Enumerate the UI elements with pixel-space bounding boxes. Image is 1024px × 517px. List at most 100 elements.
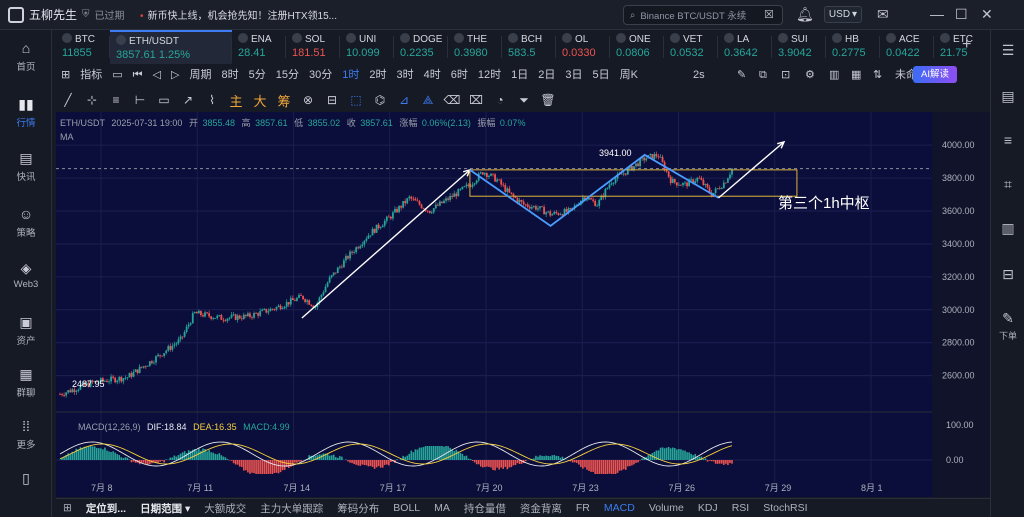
ruler-icon[interactable]: ⌬: [368, 90, 392, 110]
ray-icon[interactable]: ⊢: [128, 90, 152, 110]
clear-search-icon[interactable]: ☒: [764, 8, 774, 21]
chip-tab[interactable]: 筹码分布: [330, 501, 386, 516]
settings-icon[interactable]: ⚙: [800, 66, 820, 84]
ticker-item[interactable]: OL 0.0330: [556, 30, 610, 64]
orderbook-icon[interactable]: ▤: [991, 88, 1024, 105]
timeframe-option[interactable]: 1日: [506, 66, 533, 84]
add-ticker-icon[interactable]: +: [962, 36, 971, 54]
draw-panel-icon[interactable]: ▦: [846, 66, 866, 84]
stochrsi-tab[interactable]: StochRSI: [756, 502, 814, 514]
ticker-item[interactable]: ACE 0.0422: [880, 30, 934, 64]
nav-item-strategy[interactable]: ☺ 策略: [0, 206, 52, 239]
delete-icon[interactable]: ⌫: [440, 90, 464, 110]
nav-item-market[interactable]: ▮▮ 行情: [0, 96, 52, 130]
ticker-item[interactable]: UNI 10.099: [340, 30, 394, 64]
nav-item-web3[interactable]: ◈ Web3: [0, 260, 52, 291]
lock-icon[interactable]: ⊟: [320, 90, 344, 110]
measure-icon[interactable]: ⊿: [392, 90, 416, 110]
order-button[interactable]: ✎ 下单: [991, 310, 1024, 342]
ticker-item[interactable]: ONE 0.0806: [610, 30, 664, 64]
ticker-item[interactable]: ENA 28.41: [232, 30, 286, 64]
timeframe-option[interactable]: 12时: [473, 66, 506, 84]
prev-icon[interactable]: ◁: [148, 66, 166, 84]
nav-item-home[interactable]: ⌂ 首页: [0, 40, 52, 73]
currency-select[interactable]: USD ▾: [824, 6, 862, 23]
layers-icon[interactable]: ⧉: [754, 66, 772, 84]
nav-item-news[interactable]: ▤ 快讯: [0, 150, 52, 184]
timeframe-option[interactable]: 5日: [587, 66, 614, 84]
ticker-item[interactable]: HB 0.2775: [826, 30, 880, 64]
timeframe-option[interactable]: 3时: [391, 66, 418, 84]
nav-item-assets[interactable]: ▣ 资产: [0, 314, 52, 348]
selection-icon[interactable]: ⬚: [344, 90, 368, 110]
ma-tab[interactable]: MA: [427, 502, 457, 514]
maximize-icon[interactable]: ☐: [955, 6, 968, 23]
magnet-icon[interactable]: ⊗: [296, 90, 320, 110]
ticker-item[interactable]: SUI 3.9042: [772, 30, 826, 64]
timeframe-option[interactable]: 4时: [419, 66, 446, 84]
close-icon[interactable]: ✕: [981, 6, 993, 23]
ticker-item[interactable]: SOL 181.51: [286, 30, 340, 64]
ticker-item[interactable]: ETH/USDT 3857.61 1.25%: [110, 30, 232, 64]
ticker-item[interactable]: BCH 583.5: [502, 30, 556, 64]
text-tool-icon[interactable]: ⌧: [464, 90, 488, 110]
ticker-item[interactable]: LA 0.3642: [718, 30, 772, 64]
next-icon[interactable]: ▷: [166, 66, 184, 84]
chip-tool[interactable]: 筹: [272, 90, 296, 110]
timeframe-option[interactable]: 30分: [304, 66, 337, 84]
timeframe-option[interactable]: 2时: [364, 66, 391, 84]
candle-type-icon[interactable]: ⊞: [56, 66, 75, 84]
indicators-panel-icon[interactable]: ▥: [824, 66, 844, 84]
timeframe-option[interactable]: 15分: [271, 66, 304, 84]
fr-tab[interactable]: FR: [569, 502, 597, 514]
nav-item-chat[interactable]: ▦ 群聊: [0, 366, 52, 400]
arrow-tool-icon[interactable]: ↗: [176, 90, 200, 110]
kdj-tab[interactable]: KDJ: [691, 502, 725, 514]
filter-icon[interactable]: ⏷: [512, 90, 536, 110]
ai-explain-button[interactable]: AI解读: [913, 66, 957, 83]
trendline-icon[interactable]: ╱: [56, 90, 80, 110]
period-button[interactable]: 周期: [184, 66, 216, 84]
ticker-item[interactable]: VET 0.0532: [664, 30, 718, 64]
template-icon[interactable]: ▭: [107, 66, 127, 84]
ticker-item[interactable]: BTC 11855: [56, 30, 110, 64]
notice-banner[interactable]: • 新币快上线，机会抢先知！注册HTX领15...: [140, 7, 610, 22]
timeframe-option[interactable]: 8时: [216, 66, 243, 84]
ticker-item[interactable]: THE 0.3980: [448, 30, 502, 64]
pattern-icon[interactable]: ⟁: [416, 90, 440, 110]
volume-tab[interactable]: Volume: [642, 502, 691, 514]
trash-icon[interactable]: 🗑︎: [536, 90, 560, 110]
timeframe-option[interactable]: 1时: [337, 66, 364, 84]
chart-area[interactable]: 4000.00 3800.00 3600.00 3400.00 3200.00 3000.…: [56, 112, 990, 497]
rsi-tab[interactable]: RSI: [725, 502, 757, 514]
brush-icon[interactable]: ⌇: [200, 90, 224, 110]
indicator-button[interactable]: 指标: [75, 66, 107, 84]
list-icon[interactable]: ≡: [991, 132, 1024, 148]
toggle-icon[interactable]: ⇅: [868, 66, 887, 84]
position-tab[interactable]: 持仓量借: [457, 501, 513, 516]
mail-icon[interactable]: ✉: [877, 6, 889, 23]
nav-item-more[interactable]: ⁞⁞ 更多: [0, 418, 52, 451]
nav-item-device[interactable]: ▯: [0, 470, 52, 486]
fib-icon[interactable]: ◔: [488, 90, 512, 110]
timeframe-option[interactable]: 3日: [560, 66, 587, 84]
timeframe-option[interactable]: 2日: [533, 66, 560, 84]
depth-icon[interactable]: ⌗: [991, 176, 1024, 193]
refresh-label[interactable]: 2s: [688, 66, 710, 84]
step-back-icon[interactable]: ⏮: [128, 66, 148, 84]
layout-icon[interactable]: ☰: [991, 42, 1024, 59]
price-chart[interactable]: 4000.00 3800.00 3600.00 3400.00 3200.00 3000.…: [56, 112, 990, 497]
bell-icon[interactable]: 🔔︎: [796, 6, 814, 23]
locate-button[interactable]: 定位到...: [79, 501, 133, 516]
rectangle-icon[interactable]: ▭: [152, 90, 176, 110]
pencil-icon[interactable]: ✎: [732, 66, 751, 84]
timeframe-option[interactable]: 5分: [244, 66, 271, 84]
big-trade-tab[interactable]: 大额成交: [197, 501, 253, 516]
screenshot-icon[interactable]: ⊡: [776, 66, 795, 84]
main-force-tool[interactable]: 主: [224, 90, 248, 110]
main-force-tab[interactable]: 主力大单跟踪: [253, 501, 330, 516]
ticker-item[interactable]: DOGE 0.2235: [394, 30, 448, 64]
minimize-icon[interactable]: —: [930, 6, 944, 22]
ticker-item[interactable]: ETC 21.75: [934, 30, 986, 64]
funding-tab[interactable]: 资金背离: [513, 501, 569, 516]
